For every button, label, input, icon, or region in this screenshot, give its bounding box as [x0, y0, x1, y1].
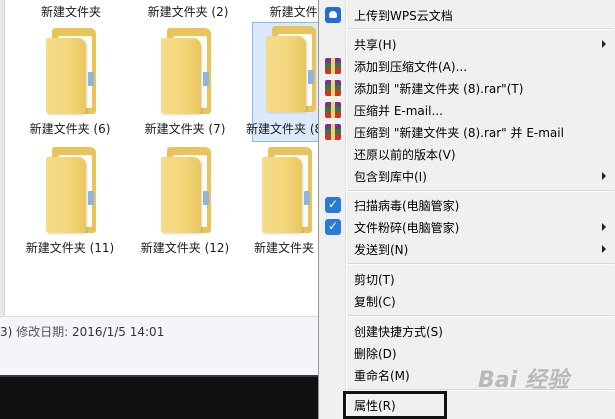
menu-item-label: 还原以前的版本(V)	[354, 148, 456, 162]
folder-icon	[161, 28, 211, 114]
details-status-bar: 3) 修改日期: 2016/1/5 14:01	[0, 316, 318, 376]
menu-item-label: 重命名(M)	[354, 369, 410, 383]
menu-separator	[348, 263, 614, 265]
menu-separator	[348, 28, 614, 30]
submenu-arrow-icon	[602, 223, 606, 231]
folder-label-2[interactable]: 新建文件夹 (2)	[128, 3, 248, 20]
menu-separator	[348, 315, 614, 317]
menu-item-label: 创建快捷方式(S)	[354, 325, 443, 339]
modified-date-value: 2016/1/5 14:01	[72, 325, 165, 339]
folder-item-7[interactable]: 新建文件夹 (7)	[135, 24, 235, 144]
menu-item-upload-wps[interactable]: 上传到WPS云文档	[319, 4, 615, 26]
folder-label-3[interactable]: 新建文件夹 (3)	[250, 3, 318, 20]
winrar-icon	[325, 58, 341, 74]
status-prefix: 3)	[0, 325, 13, 339]
winrar-icon	[325, 102, 341, 118]
baidu-watermark: Bai 经验	[478, 368, 569, 393]
folder-label: 新建文件夹 (12)	[140, 241, 230, 255]
folder-label: 新建文件夹 (6)	[29, 122, 111, 136]
shield-icon	[325, 197, 341, 213]
menu-item-cut[interactable]: 剪切(T)	[319, 268, 615, 290]
menu-item-add-to-archive[interactable]: 添加到压缩文件(A)...	[319, 55, 615, 77]
menu-item-label: 压缩到 "新建文件夹 (8).rar" 并 E-mail	[354, 126, 564, 140]
menu-item-include-library[interactable]: 包含到库中(I)	[319, 165, 615, 187]
folder-item-13[interactable]: 新建文件夹 (13)	[252, 143, 318, 263]
menu-item-label: 发送到(N)	[354, 243, 409, 257]
menu-item-label: 包含到库中(I)	[354, 170, 427, 184]
menu-item-create-shortcut[interactable]: 创建快捷方式(S)	[319, 320, 615, 342]
file-explorer-pane: 新建文件夹 新建文件夹 (2) 新建文件夹 (3) 新建文件夹 (6) 新建文件…	[0, 0, 318, 316]
menu-item-compress-rar-email[interactable]: 压缩到 "新建文件夹 (8).rar" 并 E-mail	[319, 121, 615, 143]
folder-item-11[interactable]: 新建文件夹 (11)	[20, 143, 120, 263]
menu-item-label: 压缩并 E-mail...	[354, 104, 443, 118]
menu-item-file-shred[interactable]: 文件粉碎(电脑管家)	[319, 216, 615, 238]
folder-icon	[266, 26, 316, 112]
folder-item-6[interactable]: 新建文件夹 (6)	[20, 24, 120, 144]
menu-item-label: 文件粉碎(电脑管家)	[354, 221, 460, 235]
menu-item-compress-email[interactable]: 压缩并 E-mail...	[319, 99, 615, 121]
submenu-arrow-icon	[602, 172, 606, 180]
winrar-icon	[325, 124, 341, 140]
menu-item-label: 复制(C)	[354, 295, 396, 309]
menu-item-label: 上传到WPS云文档	[354, 9, 453, 23]
properties-highlight-box	[343, 391, 447, 419]
menu-item-label: 添加到 "新建文件夹 (8).rar"(T)	[354, 82, 524, 96]
taskbar	[0, 375, 318, 419]
modified-date-label: 修改日期:	[16, 325, 69, 339]
menu-separator	[348, 190, 614, 192]
menu-item-label: 剪切(T)	[354, 273, 395, 287]
shield-icon	[325, 219, 341, 235]
menu-item-delete[interactable]: 删除(D)	[319, 342, 615, 364]
left-scroll-edge	[0, 0, 5, 316]
menu-item-send-to[interactable]: 发送到(N)	[319, 238, 615, 260]
submenu-arrow-icon	[602, 245, 606, 253]
folder-icon	[161, 147, 211, 233]
menu-item-copy[interactable]: 复制(C)	[319, 290, 615, 312]
menu-item-label: 扫描病毒(电脑管家)	[354, 199, 460, 213]
folder-label-1[interactable]: 新建文件夹	[11, 3, 131, 20]
context-menu: 上传到WPS云文档 共享(H) 添加到压缩文件(A)... 添加到 "新建文件夹…	[318, 0, 615, 419]
menu-item-scan-virus[interactable]: 扫描病毒(电脑管家)	[319, 194, 615, 216]
menu-item-label: 共享(H)	[354, 38, 397, 52]
folder-icon	[262, 147, 312, 233]
menu-item-label: 删除(D)	[354, 347, 397, 361]
folder-label: 新建文件夹 (11)	[25, 241, 115, 255]
folder-item-8-selected[interactable]: 新建文件夹 (8)	[246, 22, 318, 142]
wps-cloud-icon	[325, 7, 341, 23]
winrar-icon	[325, 80, 341, 96]
menu-item-label: 添加到压缩文件(A)...	[354, 60, 468, 74]
folder-label: 新建文件夹 (13)	[254, 241, 318, 255]
modified-date-info: 3) 修改日期: 2016/1/5 14:01	[0, 323, 164, 340]
folder-item-12[interactable]: 新建文件夹 (12)	[135, 143, 235, 263]
menu-item-rename[interactable]: 重命名(M)	[319, 364, 615, 386]
menu-item-restore-versions[interactable]: 还原以前的版本(V)	[319, 143, 615, 165]
folder-label: 新建文件夹 (7)	[144, 122, 226, 136]
folder-label: 新建文件夹 (8)	[246, 122, 318, 136]
folder-icon	[46, 28, 96, 114]
folder-icon	[46, 147, 96, 233]
submenu-arrow-icon	[602, 40, 606, 48]
menu-item-share[interactable]: 共享(H)	[319, 33, 615, 55]
menu-item-add-to-rar[interactable]: 添加到 "新建文件夹 (8).rar"(T)	[319, 77, 615, 99]
